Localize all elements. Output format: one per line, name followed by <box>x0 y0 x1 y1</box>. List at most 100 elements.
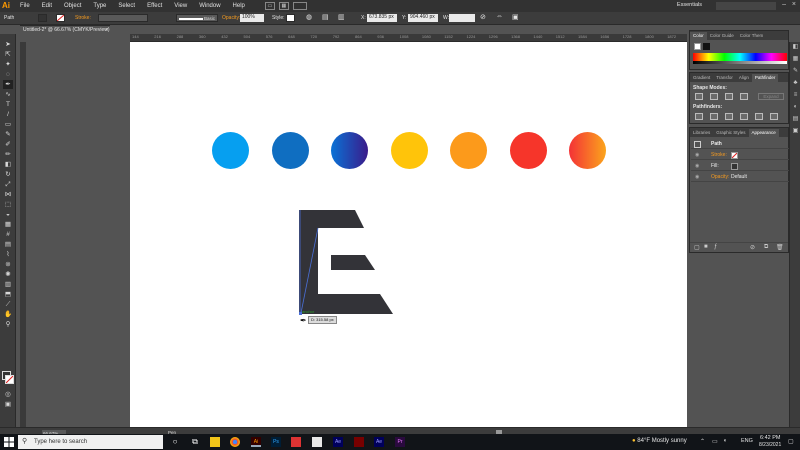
fill-attribute-swatch[interactable] <box>731 163 738 170</box>
menu-select[interactable]: Select <box>112 0 141 12</box>
tab-color[interactable]: Color <box>690 32 707 40</box>
stroke-color-swatch[interactable] <box>56 14 65 22</box>
stroke-weight-field[interactable] <box>98 14 148 22</box>
graphic-style-swatch[interactable] <box>286 14 295 22</box>
cortana-icon[interactable]: ○ <box>170 437 180 447</box>
gradient-tool-icon[interactable]: ▤ <box>3 240 13 249</box>
volume-icon[interactable]: ◖ <box>723 438 727 444</box>
workspace-switcher[interactable]: Essentials <box>677 2 702 8</box>
transform-icon[interactable]: ⇔ <box>496 13 503 20</box>
symbol-sprayer-tool-icon[interactable]: ✺ <box>3 270 13 279</box>
fill-color-swatch[interactable] <box>38 14 47 22</box>
minimize-icon[interactable]: – <box>782 1 786 8</box>
after-effects-2-taskbar-icon[interactable]: Ae <box>374 437 384 447</box>
width-tool-icon[interactable]: ⋈ <box>3 190 13 199</box>
rotate-tool-icon[interactable]: ↻ <box>3 170 13 179</box>
close-document-icon[interactable]: × <box>105 26 108 34</box>
tab-graphic-styles[interactable]: Graphic Styles <box>713 129 748 137</box>
menu-view[interactable]: View <box>168 0 193 12</box>
fill-attribute-label[interactable]: Fill: <box>711 162 719 171</box>
lasso-tool-icon[interactable]: ◌ <box>3 70 13 79</box>
zoom-tool-icon[interactable]: ⚲ <box>3 320 13 329</box>
task-view-icon[interactable]: ⧉ <box>190 437 200 447</box>
layers-icon[interactable]: ▤ <box>792 116 799 123</box>
divide-button[interactable] <box>695 113 703 120</box>
opacity-field[interactable]: 100% <box>240 14 264 22</box>
magic-wand-tool-icon[interactable]: ✦ <box>3 60 13 69</box>
notepad-icon[interactable] <box>312 437 322 447</box>
menu-help[interactable]: Help <box>227 0 251 12</box>
unite-button[interactable] <box>695 93 703 100</box>
eyedropper-tool-icon[interactable]: ⌇ <box>3 250 13 259</box>
width-field[interactable] <box>449 14 475 22</box>
type-tool-icon[interactable]: T <box>3 100 13 109</box>
opera-icon[interactable] <box>291 437 301 447</box>
rectangle-tool-icon[interactable]: ▭ <box>3 120 13 129</box>
opacity-label[interactable]: Opacity: <box>222 15 240 21</box>
after-effects-taskbar-icon[interactable]: Ae <box>333 437 343 447</box>
direct-selection-tool-icon[interactable]: ⇱ <box>3 50 13 59</box>
constrain-proportions-icon[interactable]: ⊘ <box>480 13 486 21</box>
add-fill-icon[interactable]: ■ <box>704 244 708 250</box>
hidden-icons-chevron-icon[interactable]: ⌃ <box>700 438 705 445</box>
stroke-attribute-label[interactable]: Stroke: <box>711 151 727 160</box>
horizontal-ruler[interactable]: 144 216 288 360 432 504 576 648 720 792 864 936 1008… <box>130 34 687 42</box>
stroke-attribute-swatch[interactable] <box>731 152 738 159</box>
mesh-tool-icon[interactable]: # <box>3 230 13 239</box>
hand-tool-icon[interactable]: ✋ <box>3 310 13 319</box>
delete-item-icon[interactable]: 🗑 <box>776 244 784 251</box>
y-coordinate-field[interactable]: 904.460 px <box>408 14 438 22</box>
none-swatch[interactable] <box>694 43 701 50</box>
language-indicator[interactable]: ENG <box>741 438 753 444</box>
tab-color-themes[interactable]: Color Them <box>737 32 766 40</box>
windows-start-icon[interactable] <box>4 437 14 447</box>
curvature-tool-icon[interactable]: ∿ <box>3 90 13 99</box>
minus-front-button[interactable] <box>710 93 718 100</box>
tab-transform[interactable]: Transfor <box>713 74 736 82</box>
exclude-button[interactable] <box>740 93 748 100</box>
visibility-eye-icon[interactable]: ◉ <box>695 162 699 171</box>
stroke-attribute-row[interactable]: ◉ Stroke: <box>691 151 789 160</box>
pen-tool-icon[interactable]: ✒ <box>3 80 13 89</box>
illustrator-taskbar-icon[interactable]: Ai <box>251 437 261 447</box>
transparency-icon[interactable]: ◐ <box>792 104 799 111</box>
menu-type[interactable]: Type <box>87 0 112 12</box>
stock-button[interactable]: ▦ <box>278 2 289 10</box>
tab-pathfinder[interactable]: Pathfinder <box>751 74 779 82</box>
media-player-icon[interactable] <box>354 437 364 447</box>
duplicate-item-icon[interactable]: ⧉ <box>764 244 768 251</box>
scale-tool-icon[interactable]: ⤢ <box>3 180 13 189</box>
weather-widget[interactable]: ● 84°F Mostly sunny <box>632 438 687 444</box>
photoshop-taskbar-icon[interactable]: Ps <box>271 437 281 447</box>
menu-window[interactable]: Window <box>193 0 226 12</box>
shape-builder-tool-icon[interactable]: ◒ <box>3 210 13 219</box>
outline-button[interactable] <box>755 113 763 120</box>
blend-tool-icon[interactable]: ⊚ <box>3 260 13 269</box>
brush-definition-field[interactable]: Basic <box>176 14 218 22</box>
merge-button[interactable] <box>725 113 733 120</box>
document-tab[interactable]: Untitled-2* @ 66.67% (CMYK/Preview) × <box>20 25 110 34</box>
stroke-panel-icon[interactable]: ≡ <box>792 92 799 99</box>
black-swatch[interactable] <box>703 43 710 50</box>
tab-color-guide[interactable]: Color Guide <box>707 32 737 40</box>
intersect-button[interactable] <box>725 93 733 100</box>
menu-object[interactable]: Object <box>58 0 87 12</box>
menu-effect[interactable]: Effect <box>141 0 168 12</box>
column-graph-tool-icon[interactable]: ▥ <box>3 280 13 289</box>
color-spectrum[interactable] <box>693 53 787 61</box>
grayscale-ramp[interactable] <box>693 61 787 64</box>
taskbar-search-input[interactable]: ⚲ Type here to search <box>18 435 163 449</box>
search-stock-input[interactable] <box>716 2 776 10</box>
pencil-tool-icon[interactable]: ✏ <box>3 150 13 159</box>
chrome-icon[interactable] <box>230 437 240 447</box>
opacity-attribute-row[interactable]: ◉ Opacity: Default <box>691 173 789 182</box>
shaper-tool-icon[interactable]: ✐ <box>3 140 13 149</box>
free-transform-tool-icon[interactable]: ⬚ <box>3 200 13 209</box>
menu-edit[interactable]: Edit <box>36 0 58 12</box>
eraser-tool-icon[interactable]: ◧ <box>3 160 13 169</box>
properties-icon[interactable]: ◧ <box>792 44 799 51</box>
expand-button[interactable]: Expand <box>758 93 784 100</box>
add-effect-icon[interactable]: ƒ <box>714 244 717 250</box>
letter-e-artwork[interactable]: anchor ✒ <box>130 42 687 427</box>
stroke-label[interactable]: Stroke: <box>75 15 91 21</box>
